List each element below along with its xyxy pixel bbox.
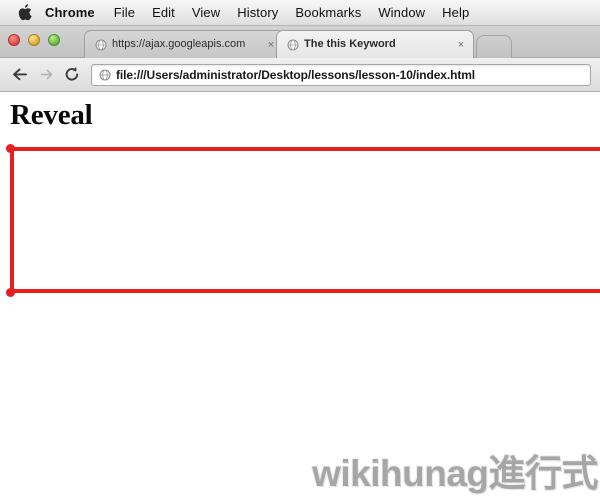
tab-title-1: https://ajax.googleapis.com	[112, 38, 246, 50]
reveal-handle-bottom-left[interactable]	[6, 288, 15, 297]
reveal-handle-top-left[interactable]	[6, 144, 15, 153]
browser-toolbar: file:///Users/administrator/Desktop/less…	[0, 58, 600, 92]
menu-item-bookmarks[interactable]: Bookmarks	[295, 5, 361, 20]
menu-item-file[interactable]: File	[114, 5, 135, 20]
globe-icon	[94, 38, 107, 51]
apple-logo-icon[interactable]	[17, 4, 33, 22]
browser-tab-2[interactable]: The this Keyword ×	[276, 30, 474, 58]
address-bar[interactable]: file:///Users/administrator/Desktop/less…	[91, 63, 591, 86]
maximize-window-button[interactable]	[48, 34, 60, 46]
browser-window: https://ajax.googleapis.com × The this K…	[0, 26, 600, 500]
globe-icon	[286, 38, 299, 51]
macos-menu-bar: Chrome File Edit View History Bookmarks …	[0, 0, 600, 26]
globe-icon	[98, 68, 111, 81]
menu-item-edit[interactable]: Edit	[152, 5, 175, 20]
new-tab-button[interactable]	[476, 35, 512, 58]
menu-item-window[interactable]: Window	[378, 5, 425, 20]
browser-tab-1[interactable]: https://ajax.googleapis.com ×	[84, 30, 284, 58]
window-controls	[8, 34, 60, 46]
menu-item-history[interactable]: History	[237, 5, 278, 20]
tab-close-icon-2[interactable]: ×	[455, 39, 467, 51]
close-window-button[interactable]	[8, 34, 20, 46]
minimize-window-button[interactable]	[28, 34, 40, 46]
reveal-outline-box	[10, 147, 600, 293]
forward-button[interactable]	[33, 62, 59, 88]
page-title: Reveal	[10, 99, 93, 131]
watermark-text: wikihunag進行式	[312, 453, 598, 494]
tab-strip: https://ajax.googleapis.com × The this K…	[0, 26, 600, 58]
tab-list: https://ajax.googleapis.com × The this K…	[84, 30, 512, 58]
reload-button[interactable]	[59, 62, 85, 88]
screen-root: Chrome File Edit View History Bookmarks …	[0, 0, 600, 500]
address-bar-url[interactable]: file:///Users/administrator/Desktop/less…	[116, 68, 475, 82]
menu-item-chrome[interactable]: Chrome	[45, 5, 95, 20]
menu-item-view[interactable]: View	[192, 5, 220, 20]
menu-item-help[interactable]: Help	[442, 5, 469, 20]
back-button[interactable]	[7, 62, 33, 88]
tab-title-2: The this Keyword	[304, 38, 396, 50]
page-viewport: Reveal wikihunag進行式	[0, 92, 600, 498]
